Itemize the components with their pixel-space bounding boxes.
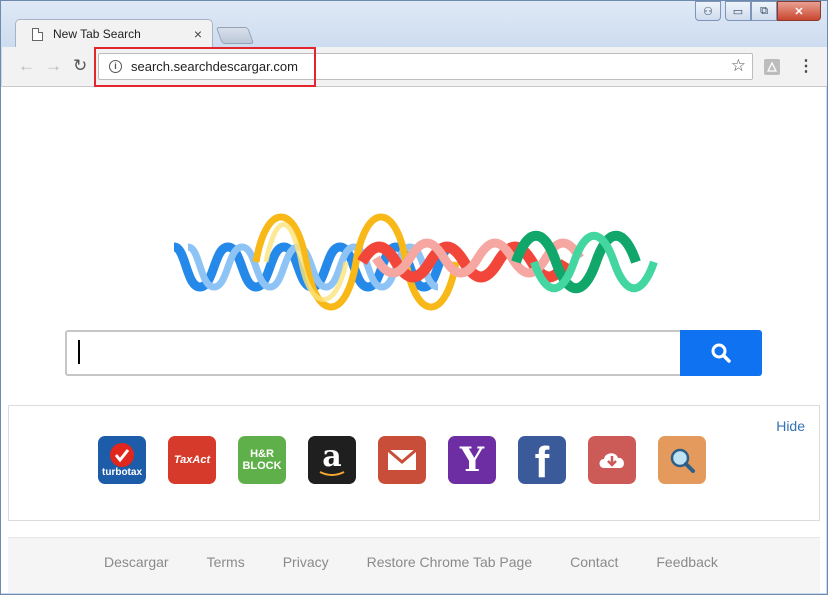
- amazon-smile-icon: [319, 471, 345, 476]
- footer-links: Descargar Terms Privacy Restore Chrome T…: [104, 554, 756, 570]
- title-bar: ⚇ ▭ ⧉ ✕ New Tab Search ×: [1, 1, 827, 47]
- browser-tab[interactable]: New Tab Search ×: [15, 19, 213, 47]
- user-icon[interactable]: ⚇: [695, 1, 721, 21]
- footer-link-descargar[interactable]: Descargar: [104, 554, 169, 570]
- search-bar: [65, 330, 762, 376]
- facebook-label: f: [534, 438, 550, 485]
- amazon-tile[interactable]: a: [308, 436, 356, 484]
- taxact-label: TaxAct: [173, 454, 211, 466]
- bookmark-star-icon[interactable]: ☆: [731, 56, 746, 76]
- footer-link-terms[interactable]: Terms: [207, 554, 245, 570]
- tab-title: New Tab Search: [53, 27, 141, 41]
- pdf-extension-icon[interactable]: [764, 59, 780, 75]
- footer-link-contact[interactable]: Contact: [570, 554, 618, 570]
- footer-link-privacy[interactable]: Privacy: [283, 554, 329, 570]
- cloud-download-icon: [599, 453, 624, 468]
- checkmark-icon: [110, 443, 134, 467]
- page-icon: [32, 28, 43, 41]
- search-input[interactable]: [65, 330, 681, 376]
- hr-block-label: H&R BLOCK: [242, 448, 282, 472]
- turbotax-label: turbotax: [102, 467, 142, 478]
- facebook-tile[interactable]: f: [518, 436, 566, 484]
- text-caret: [78, 340, 80, 364]
- search-tile[interactable]: [658, 436, 706, 484]
- footer-link-feedback[interactable]: Feedback: [656, 554, 717, 570]
- search-button[interactable]: [680, 330, 762, 376]
- hr-block-tile[interactable]: H&R BLOCK: [238, 436, 286, 484]
- tab-close-icon[interactable]: ×: [194, 26, 202, 42]
- dna-logo: [172, 213, 658, 311]
- page-content: Hide turbotax TaxAct H&R BLOCK a Y f Des…: [1, 87, 826, 593]
- hide-link[interactable]: Hide: [776, 418, 805, 434]
- reload-button[interactable]: ↻: [73, 56, 87, 76]
- forward-button[interactable]: →: [45, 56, 62, 76]
- download-tile[interactable]: [588, 436, 636, 484]
- yahoo-label: Y: [459, 440, 485, 480]
- close-window-button[interactable]: ✕: [777, 1, 821, 21]
- shortcut-tiles-panel: Hide turbotax TaxAct H&R BLOCK a Y f: [8, 405, 820, 521]
- menu-icon[interactable]: ⋮: [798, 56, 814, 76]
- url-highlight-annotation: [94, 47, 316, 87]
- minimize-button[interactable]: ▭: [725, 1, 751, 21]
- footer-link-restore-chrome-tab[interactable]: Restore Chrome Tab Page: [367, 554, 533, 570]
- search-icon: [711, 343, 731, 363]
- amazon-label: a: [322, 439, 342, 474]
- window-controls: ⚇ ▭ ⧉ ✕: [695, 1, 821, 21]
- footer: Descargar Terms Privacy Restore Chrome T…: [8, 537, 820, 593]
- envelope-icon: [387, 449, 417, 470]
- tiles-row: turbotax TaxAct H&R BLOCK a Y f: [98, 436, 706, 484]
- turbotax-tile[interactable]: turbotax: [98, 436, 146, 484]
- maximize-button[interactable]: ⧉: [751, 1, 777, 21]
- back-button[interactable]: ←: [18, 56, 35, 76]
- taxact-tile[interactable]: TaxAct: [168, 436, 216, 484]
- yahoo-tile[interactable]: Y: [448, 436, 496, 484]
- magnifier-icon: [670, 448, 695, 473]
- gmail-tile[interactable]: [378, 436, 426, 484]
- new-tab-button[interactable]: [215, 27, 255, 44]
